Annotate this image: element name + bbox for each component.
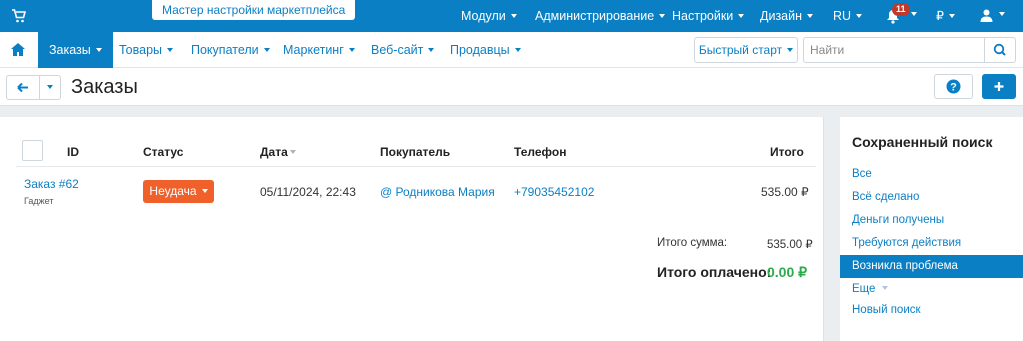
nav-orders[interactable]: Заказы bbox=[38, 32, 113, 68]
search-button[interactable] bbox=[984, 37, 1016, 63]
chevron-down-icon bbox=[856, 13, 863, 18]
menu-administration-label: Администрирование bbox=[535, 9, 655, 23]
menu-administration[interactable]: Администрирование bbox=[535, 0, 666, 32]
status-label: Неудача bbox=[149, 184, 197, 198]
chevron-down-icon[interactable] bbox=[999, 12, 1005, 16]
header-date[interactable]: Дата bbox=[260, 145, 296, 159]
nav-products[interactable]: Товары bbox=[119, 32, 173, 68]
chevron-down-icon bbox=[428, 47, 435, 52]
user-icon[interactable] bbox=[980, 9, 993, 22]
status-dropdown[interactable]: Неудача bbox=[143, 180, 214, 203]
nav-vendors-label: Продавцы bbox=[450, 43, 510, 57]
page-title: Заказы bbox=[71, 76, 138, 98]
chevron-down-icon bbox=[659, 13, 666, 18]
order-link[interactable]: Заказ #62 bbox=[24, 177, 79, 191]
total-sum-value: 535.00 ₽ bbox=[767, 239, 813, 251]
back-dropdown-button[interactable] bbox=[39, 75, 61, 100]
saved-search-sidebar: Сохраненный поиск Все Всё сделано Деньги… bbox=[840, 117, 1023, 341]
notification-badge: 11 bbox=[892, 3, 910, 16]
main-navigation: Заказы Товары Покупатели Маркетинг Веб-с… bbox=[0, 32, 1023, 68]
nav-website[interactable]: Веб-сайт bbox=[371, 32, 435, 68]
order-date: 05/11/2024, 22:43 bbox=[260, 185, 356, 199]
chevron-down-icon[interactable] bbox=[911, 12, 917, 16]
menu-modules[interactable]: Модули bbox=[461, 0, 517, 32]
chevron-down-icon bbox=[201, 188, 208, 193]
chevron-down-icon bbox=[882, 285, 889, 290]
arrow-left-icon bbox=[17, 82, 28, 93]
quick-start-label: Быстрый старт bbox=[698, 43, 783, 57]
chevron-down-icon bbox=[47, 84, 53, 89]
chevron-down-icon bbox=[787, 47, 794, 52]
header-date-label: Дата bbox=[260, 145, 288, 159]
chevron-down-icon bbox=[348, 47, 355, 52]
top-bar: Мастер настройки маркетплейса Модули Адм… bbox=[0, 0, 1023, 32]
customer-link[interactable]: @ Родникова Мария bbox=[380, 185, 495, 199]
order-total: 535.00 ₽ bbox=[761, 185, 809, 199]
marketplace-wizard-button[interactable]: Мастер настройки маркетплейса bbox=[152, 0, 356, 20]
menu-language[interactable]: RU bbox=[833, 0, 863, 32]
chevron-down-icon bbox=[738, 13, 745, 18]
nav-customers-label: Покупатели bbox=[191, 43, 259, 57]
menu-design-label: Дизайн bbox=[760, 9, 803, 23]
nav-customers[interactable]: Покупатели bbox=[191, 32, 270, 68]
nav-orders-label: Заказы bbox=[49, 43, 91, 57]
chevron-down-icon bbox=[514, 47, 521, 52]
back-button[interactable] bbox=[6, 75, 40, 100]
header-id[interactable]: ID bbox=[67, 145, 79, 159]
saved-search-more-label: Еще bbox=[852, 283, 876, 295]
sort-icon bbox=[289, 149, 296, 154]
saved-search-problem[interactable]: Возникла проблема bbox=[840, 255, 1023, 278]
phone-link[interactable]: +79035452102 bbox=[514, 185, 594, 199]
nav-website-label: Веб-сайт bbox=[371, 43, 424, 57]
saved-search-action-required[interactable]: Требуются действия bbox=[840, 232, 1023, 255]
quick-start-button[interactable]: Быстрый старт bbox=[694, 37, 798, 63]
chevron-down-icon bbox=[948, 13, 955, 18]
saved-search-paid[interactable]: Деньги получены bbox=[840, 209, 1023, 232]
saved-search-new[interactable]: Новый поиск bbox=[840, 299, 1023, 322]
chevron-down-icon bbox=[807, 13, 814, 18]
chevron-down-icon bbox=[167, 47, 173, 52]
select-all-checkbox[interactable] bbox=[22, 140, 43, 161]
nav-vendors[interactable]: Продавцы bbox=[450, 32, 521, 68]
orders-panel: ID Статус Дата Покупатель Телефон Итого … bbox=[0, 117, 824, 341]
total-paid-label: Итого оплачено: bbox=[657, 264, 772, 280]
header-customer[interactable]: Покупатель bbox=[380, 145, 450, 159]
header-total[interactable]: Итого bbox=[770, 145, 804, 159]
home-icon[interactable] bbox=[0, 32, 36, 68]
saved-search-all[interactable]: Все bbox=[840, 163, 1023, 186]
menu-design[interactable]: Дизайн bbox=[760, 0, 814, 32]
menu-currency[interactable]: ₽ bbox=[936, 0, 955, 32]
total-sum-label: Итого сумма: bbox=[657, 237, 728, 249]
nav-products-label: Товары bbox=[119, 43, 162, 57]
plus-icon bbox=[994, 82, 1004, 91]
menu-currency-label: ₽ bbox=[936, 9, 944, 23]
header-phone[interactable]: Телефон bbox=[514, 145, 566, 159]
svg-text:?: ? bbox=[950, 82, 957, 94]
help-button[interactable]: ? bbox=[934, 74, 973, 99]
nav-marketing-label: Маркетинг bbox=[283, 43, 344, 57]
menu-settings[interactable]: Настройки bbox=[672, 0, 745, 32]
divider bbox=[16, 166, 816, 167]
nav-marketing[interactable]: Маркетинг bbox=[283, 32, 355, 68]
sidebar-title: Сохраненный поиск bbox=[852, 134, 993, 150]
chevron-down-icon bbox=[95, 47, 102, 52]
search-input[interactable] bbox=[803, 37, 985, 63]
order-vendor: Гаджет bbox=[24, 196, 54, 206]
menu-modules-label: Модули bbox=[461, 9, 506, 23]
cart-icon[interactable] bbox=[12, 9, 26, 23]
saved-search-more[interactable]: Еще bbox=[840, 278, 1023, 301]
total-paid-value: 0.00 ₽ bbox=[767, 264, 808, 280]
menu-language-label: RU bbox=[833, 9, 852, 23]
header-status[interactable]: Статус bbox=[143, 145, 183, 159]
help-icon: ? bbox=[946, 79, 961, 94]
chevron-down-icon bbox=[510, 13, 517, 18]
add-order-button[interactable] bbox=[982, 74, 1016, 99]
search-icon bbox=[993, 43, 1006, 56]
chevron-down-icon bbox=[263, 47, 270, 52]
menu-settings-label: Настройки bbox=[672, 9, 734, 23]
page-header: Заказы ? bbox=[0, 68, 1023, 106]
saved-search-completed[interactable]: Всё сделано bbox=[840, 186, 1023, 209]
